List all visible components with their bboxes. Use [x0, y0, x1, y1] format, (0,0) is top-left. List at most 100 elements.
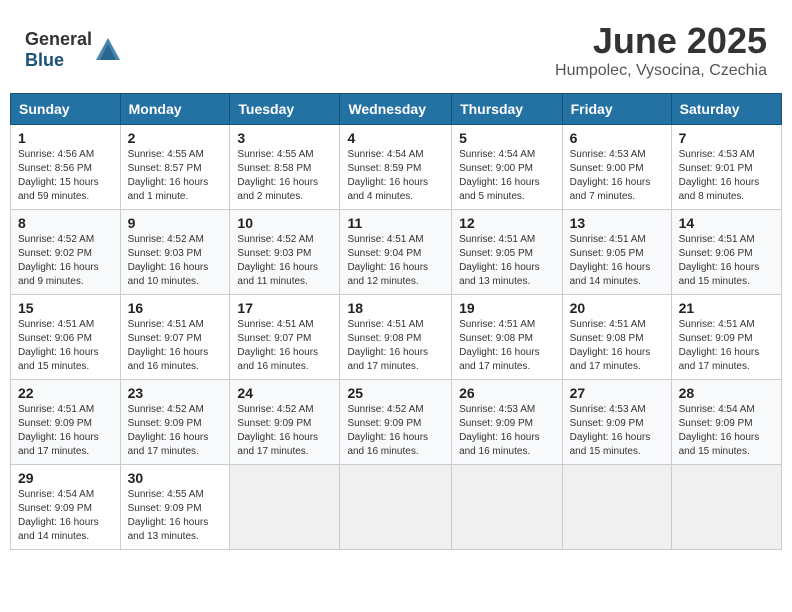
calendar-cell: 16 Sunrise: 4:51 AMSunset: 9:07 PMDayligh… [120, 295, 230, 380]
day-number: 27 [570, 385, 664, 401]
day-info: Sunrise: 4:56 AMSunset: 8:56 PMDaylight:… [18, 148, 113, 204]
week-row-5: 29 Sunrise: 4:54 AMSunset: 9:09 PMDayligh… [11, 465, 782, 550]
day-number: 19 [459, 300, 555, 316]
day-info: Sunrise: 4:51 AMSunset: 9:08 PMDaylight:… [459, 318, 555, 374]
day-info: Sunrise: 4:55 AMSunset: 8:58 PMDaylight:… [237, 148, 332, 204]
calendar-cell: 7 Sunrise: 4:53 AMSunset: 9:01 PMDaylight… [671, 125, 781, 210]
day-number: 24 [237, 385, 332, 401]
week-row-1: 1 Sunrise: 4:56 AMSunset: 8:56 PMDaylight… [11, 125, 782, 210]
day-number: 26 [459, 385, 555, 401]
day-info: Sunrise: 4:52 AMSunset: 9:09 PMDaylight:… [237, 403, 332, 459]
header-row: SundayMondayTuesdayWednesdayThursdayFrid… [11, 94, 782, 125]
logo-text: General Blue [25, 29, 92, 71]
calendar-header: General Blue June 2025 Humpolec, Vysocin… [10, 10, 782, 85]
day-number: 2 [128, 130, 223, 146]
col-header-thursday: Thursday [452, 94, 563, 125]
day-info: Sunrise: 4:53 AMSunset: 9:09 PMDaylight:… [570, 403, 664, 459]
calendar-cell: 27 Sunrise: 4:53 AMSunset: 9:09 PMDayligh… [562, 380, 671, 465]
calendar-cell: 17 Sunrise: 4:51 AMSunset: 9:07 PMDayligh… [230, 295, 340, 380]
col-header-wednesday: Wednesday [340, 94, 452, 125]
day-number: 1 [18, 130, 113, 146]
calendar-subtitle: Humpolec, Vysocina, Czechia [555, 62, 767, 80]
day-info: Sunrise: 4:53 AMSunset: 9:00 PMDaylight:… [570, 148, 664, 204]
day-info: Sunrise: 4:54 AMSunset: 9:09 PMDaylight:… [18, 488, 113, 544]
day-info: Sunrise: 4:51 AMSunset: 9:08 PMDaylight:… [570, 318, 664, 374]
calendar-cell: 15 Sunrise: 4:51 AMSunset: 9:06 PMDayligh… [11, 295, 121, 380]
day-number: 20 [570, 300, 664, 316]
week-row-4: 22 Sunrise: 4:51 AMSunset: 9:09 PMDayligh… [11, 380, 782, 465]
calendar-cell: 25Sunrise: 4:52 AMSunset: 9:09 PMDayligh… [340, 380, 452, 465]
day-number: 10 [237, 215, 332, 231]
calendar-cell: 11Sunrise: 4:51 AMSunset: 9:04 PMDayligh… [340, 210, 452, 295]
col-header-monday: Monday [120, 94, 230, 125]
calendar-cell: 13 Sunrise: 4:51 AMSunset: 9:05 PMDayligh… [562, 210, 671, 295]
calendar-table: SundayMondayTuesdayWednesdayThursdayFrid… [10, 93, 782, 550]
day-info: Sunrise: 4:52 AMSunset: 9:02 PMDaylight:… [18, 233, 113, 289]
day-number: 29 [18, 470, 113, 486]
calendar-cell: 18 Sunrise: 4:51 AMSunset: 9:08 PMDayligh… [340, 295, 452, 380]
day-number: 3 [237, 130, 332, 146]
day-info: Sunrise: 4:51 AMSunset: 9:06 PMDaylight:… [679, 233, 774, 289]
calendar-cell: 20 Sunrise: 4:51 AMSunset: 9:08 PMDayligh… [562, 295, 671, 380]
day-info: Sunrise: 4:52 AMSunset: 9:03 PMDaylight:… [237, 233, 332, 289]
day-info: Sunrise: 4:54 AMSunset: 9:00 PMDaylight:… [459, 148, 555, 204]
calendar-cell: 4 Sunrise: 4:54 AMSunset: 8:59 PMDaylight… [340, 125, 452, 210]
calendar-cell: 10 Sunrise: 4:52 AMSunset: 9:03 PMDayligh… [230, 210, 340, 295]
calendar-cell: 12Sunrise: 4:51 AMSunset: 9:05 PMDayligh… [452, 210, 563, 295]
day-number: 15 [18, 300, 113, 316]
calendar-cell [562, 465, 671, 550]
calendar-cell: 30Sunrise: 4:55 AMSunset: 9:09 PMDayligh… [120, 465, 230, 550]
calendar-cell: 3 Sunrise: 4:55 AMSunset: 8:58 PMDaylight… [230, 125, 340, 210]
calendar-cell: 1 Sunrise: 4:56 AMSunset: 8:56 PMDaylight… [11, 125, 121, 210]
day-number: 16 [128, 300, 223, 316]
day-info: Sunrise: 4:51 AMSunset: 9:04 PMDaylight:… [347, 233, 444, 289]
calendar-title: June 2025 [555, 20, 767, 62]
day-info: Sunrise: 4:51 AMSunset: 9:09 PMDaylight:… [18, 403, 113, 459]
day-number: 17 [237, 300, 332, 316]
col-header-tuesday: Tuesday [230, 94, 340, 125]
calendar-cell: 2 Sunrise: 4:55 AMSunset: 8:57 PMDaylight… [120, 125, 230, 210]
day-number: 23 [128, 385, 223, 401]
day-info: Sunrise: 4:51 AMSunset: 9:08 PMDaylight:… [347, 318, 444, 374]
calendar-cell: 26Sunrise: 4:53 AMSunset: 9:09 PMDayligh… [452, 380, 563, 465]
day-info: Sunrise: 4:54 AMSunset: 8:59 PMDaylight:… [347, 148, 444, 204]
day-info: Sunrise: 4:51 AMSunset: 9:07 PMDaylight:… [237, 318, 332, 374]
day-number: 7 [679, 130, 774, 146]
day-info: Sunrise: 4:52 AMSunset: 9:09 PMDaylight:… [128, 403, 223, 459]
day-number: 28 [679, 385, 774, 401]
day-number: 13 [570, 215, 664, 231]
col-header-friday: Friday [562, 94, 671, 125]
day-number: 18 [347, 300, 444, 316]
calendar-cell: 28 Sunrise: 4:54 AMSunset: 9:09 PMDayligh… [671, 380, 781, 465]
calendar-cell: 21Sunrise: 4:51 AMSunset: 9:09 PMDayligh… [671, 295, 781, 380]
week-row-3: 15 Sunrise: 4:51 AMSunset: 9:06 PMDayligh… [11, 295, 782, 380]
logo: General Blue [25, 29, 122, 71]
calendar-cell: 6 Sunrise: 4:53 AMSunset: 9:00 PMDaylight… [562, 125, 671, 210]
day-info: Sunrise: 4:55 AMSunset: 8:57 PMDaylight:… [128, 148, 223, 204]
day-number: 6 [570, 130, 664, 146]
day-info: Sunrise: 4:51 AMSunset: 9:06 PMDaylight:… [18, 318, 113, 374]
day-number: 12 [459, 215, 555, 231]
logo-general: General [25, 29, 92, 49]
day-number: 30 [128, 470, 223, 486]
calendar-cell: 14 Sunrise: 4:51 AMSunset: 9:06 PMDayligh… [671, 210, 781, 295]
calendar-cell: 24 Sunrise: 4:52 AMSunset: 9:09 PMDayligh… [230, 380, 340, 465]
day-number: 8 [18, 215, 113, 231]
day-info: Sunrise: 4:51 AMSunset: 9:07 PMDaylight:… [128, 318, 223, 374]
day-info: Sunrise: 4:51 AMSunset: 9:05 PMDaylight:… [570, 233, 664, 289]
day-info: Sunrise: 4:53 AMSunset: 9:01 PMDaylight:… [679, 148, 774, 204]
day-number: 4 [347, 130, 444, 146]
day-info: Sunrise: 4:54 AMSunset: 9:09 PMDaylight:… [679, 403, 774, 459]
day-number: 22 [18, 385, 113, 401]
calendar-cell: 5 Sunrise: 4:54 AMSunset: 9:00 PMDaylight… [452, 125, 563, 210]
day-number: 9 [128, 215, 223, 231]
calendar-cell: 23 Sunrise: 4:52 AMSunset: 9:09 PMDayligh… [120, 380, 230, 465]
day-number: 5 [459, 130, 555, 146]
day-number: 21 [679, 300, 774, 316]
calendar-cell: 9 Sunrise: 4:52 AMSunset: 9:03 PMDaylight… [120, 210, 230, 295]
day-info: Sunrise: 4:52 AMSunset: 9:03 PMDaylight:… [128, 233, 223, 289]
day-number: 14 [679, 215, 774, 231]
calendar-cell [340, 465, 452, 550]
calendar-cell [452, 465, 563, 550]
calendar-cell: 29 Sunrise: 4:54 AMSunset: 9:09 PMDayligh… [11, 465, 121, 550]
